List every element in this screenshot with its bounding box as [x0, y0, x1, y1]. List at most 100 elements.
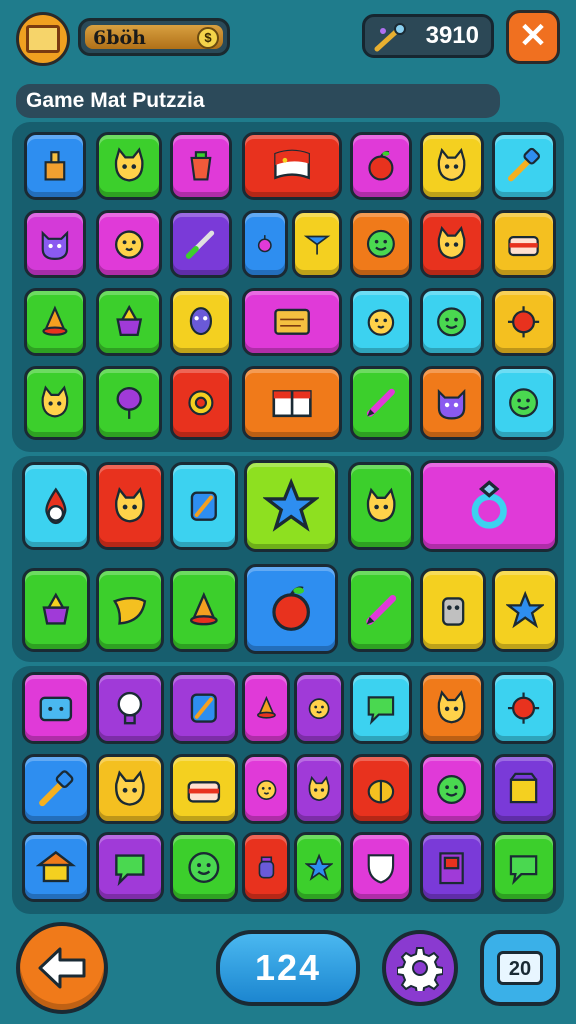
cat-icon — [438, 690, 466, 724]
chat-icon — [510, 854, 538, 885]
tile-face[interactable] — [350, 210, 412, 278]
virus-icon — [508, 306, 540, 338]
board-icon — [26, 25, 60, 53]
top-bar: 6böh $ 3910 ✕ — [0, 0, 576, 78]
chat-icon — [367, 696, 395, 725]
tile-cat[interactable] — [420, 132, 484, 200]
tile-pin[interactable] — [292, 210, 342, 278]
tile-devil[interactable] — [420, 366, 484, 440]
tile-virus[interactable] — [492, 288, 556, 356]
tile-chick[interactable] — [350, 288, 412, 356]
tile-star[interactable] — [492, 568, 558, 652]
back-button[interactable] — [16, 922, 108, 1014]
tile-gear[interactable] — [170, 366, 232, 440]
tile-tool[interactable] — [170, 672, 238, 744]
tile-book[interactable] — [242, 366, 342, 440]
tile-house[interactable] — [22, 832, 90, 902]
tile-face[interactable] — [420, 754, 484, 824]
tile-flag[interactable] — [242, 132, 342, 200]
tile-face[interactable] — [492, 366, 556, 440]
pin-icon — [303, 235, 331, 255]
tile-star[interactable] — [244, 460, 338, 552]
tile-devil[interactable] — [24, 210, 86, 278]
virus-icon — [508, 692, 540, 724]
tile-cake[interactable] — [170, 754, 238, 824]
gear-icon — [397, 947, 443, 991]
tile-pot[interactable] — [96, 288, 162, 356]
face-icon — [367, 230, 395, 258]
tile-cone[interactable] — [24, 288, 86, 356]
berry-icon — [258, 235, 272, 253]
tile-cone[interactable] — [242, 672, 290, 744]
tile-cone[interactable] — [170, 568, 238, 652]
close-button[interactable]: ✕ — [506, 10, 560, 64]
tile-pencil[interactable] — [350, 366, 412, 440]
tile-drop[interactable] — [22, 462, 90, 550]
drop-icon — [45, 487, 67, 524]
tile-cat[interactable] — [420, 672, 484, 744]
tile-face[interactable] — [420, 288, 484, 356]
tile-cat[interactable] — [96, 132, 162, 200]
tile-ring[interactable] — [420, 460, 558, 552]
tile-box[interactable] — [492, 754, 556, 824]
tile-chick[interactable] — [96, 210, 162, 278]
tile-door[interactable] — [420, 832, 484, 902]
tile-cake[interactable] — [492, 210, 556, 278]
coin-counter: 6böh $ — [78, 18, 230, 56]
tile-chat[interactable] — [492, 832, 556, 902]
tile-pot[interactable] — [22, 568, 90, 652]
pencil-icon — [366, 595, 396, 625]
pot-icon — [42, 592, 70, 625]
tile-chat[interactable] — [96, 832, 164, 902]
tile-tv[interactable] — [22, 672, 90, 744]
ring-icon — [471, 480, 507, 530]
settings-button[interactable] — [382, 930, 458, 1006]
tile-cat[interactable] — [420, 210, 484, 278]
tile-pumpkin[interactable] — [350, 754, 412, 824]
tile-pencil[interactable] — [348, 568, 414, 652]
tile-sign[interactable] — [242, 288, 342, 356]
tile-balloon[interactable] — [96, 366, 162, 440]
sign-icon — [274, 308, 310, 336]
pot-icon — [116, 305, 142, 337]
tile-cat[interactable] — [294, 754, 344, 824]
chick-icon — [114, 230, 144, 259]
cat-icon — [115, 769, 145, 806]
tile-shield[interactable] — [350, 832, 412, 902]
tile-leaf[interactable] — [96, 568, 164, 652]
tile-mask[interactable] — [170, 288, 232, 356]
tile-tool[interactable] — [170, 462, 238, 550]
tile-cup[interactable] — [170, 132, 232, 200]
tile-apple[interactable] — [350, 132, 412, 200]
tile-virus[interactable] — [492, 672, 556, 744]
jar-icon — [258, 855, 274, 879]
tile-tower[interactable] — [24, 132, 86, 200]
tile-cat[interactable] — [24, 366, 86, 440]
tile-star[interactable] — [294, 832, 344, 902]
tile-cat[interactable] — [96, 462, 164, 550]
tile-chick[interactable] — [294, 672, 344, 744]
tile-berry[interactable] — [242, 210, 288, 278]
tile-brush[interactable] — [22, 754, 90, 824]
level-button[interactable]: 20 — [480, 930, 560, 1006]
tile-jar[interactable] — [242, 832, 290, 902]
page-title: Game Mat Putzzia — [16, 84, 500, 118]
cat-icon — [308, 775, 330, 801]
cup-icon — [190, 151, 212, 181]
wand-icon — [373, 23, 409, 58]
tile-cat[interactable] — [348, 462, 414, 550]
face-icon — [509, 388, 539, 418]
menu-button[interactable] — [16, 12, 70, 66]
tile-brush[interactable] — [492, 132, 556, 200]
tile-face[interactable] — [170, 832, 238, 902]
cat-icon — [438, 226, 466, 260]
brush-icon — [39, 769, 74, 806]
tile-robot[interactable] — [420, 568, 486, 652]
tile-cat[interactable] — [96, 754, 164, 824]
tile-chick[interactable] — [242, 754, 290, 824]
tile-bulb[interactable] — [96, 672, 164, 744]
tile-apple[interactable] — [244, 564, 338, 654]
score-value: 3910 — [425, 22, 479, 49]
tile-sword[interactable] — [170, 210, 232, 278]
tile-chat[interactable] — [350, 672, 412, 744]
